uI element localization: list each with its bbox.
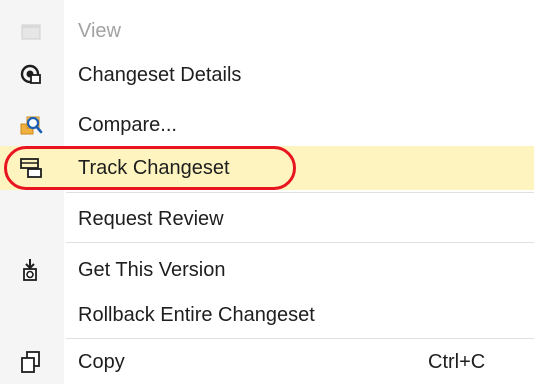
menu-item-label: Request Review [78, 208, 224, 230]
menu-item-label: Copy [78, 351, 125, 373]
menu-item-request-review[interactable]: Request Review [0, 197, 534, 241]
menu-item-track-changeset[interactable]: Track Changeset [0, 146, 534, 190]
changeset-details-icon [18, 62, 44, 88]
menu-separator [66, 192, 534, 193]
get-version-icon [18, 257, 44, 283]
menu-item-changeset-details[interactable]: Changeset Details [0, 53, 534, 97]
compare-icon [18, 112, 44, 138]
menu-item-label: Changeset Details [78, 64, 242, 86]
menu-item-label: Get This Version [78, 259, 226, 281]
menu-item-view: View [0, 9, 534, 53]
copy-icon [18, 349, 44, 375]
menu-item-compare[interactable]: Compare... [0, 103, 534, 147]
menu-separator [66, 338, 534, 339]
shortcut-copy: Ctrl+C [428, 351, 486, 373]
menu-item-copy[interactable]: Copy Ctrl+C [0, 340, 534, 384]
menu-item-rollback-entire-changeset[interactable]: Rollback Entire Changeset [0, 293, 534, 337]
track-changeset-icon [18, 155, 44, 181]
menu-item-label: Track Changeset [78, 157, 230, 179]
menu-separator [66, 242, 534, 243]
menu-item-label: View [78, 20, 121, 42]
view-icon [18, 18, 44, 44]
menu-item-label: Rollback Entire Changeset [78, 304, 315, 326]
menu-item-label: Compare... [78, 114, 177, 136]
context-menu: View Changeset Details Compare... Track … [0, 0, 534, 384]
menu-item-get-this-version[interactable]: Get This Version [0, 248, 534, 292]
